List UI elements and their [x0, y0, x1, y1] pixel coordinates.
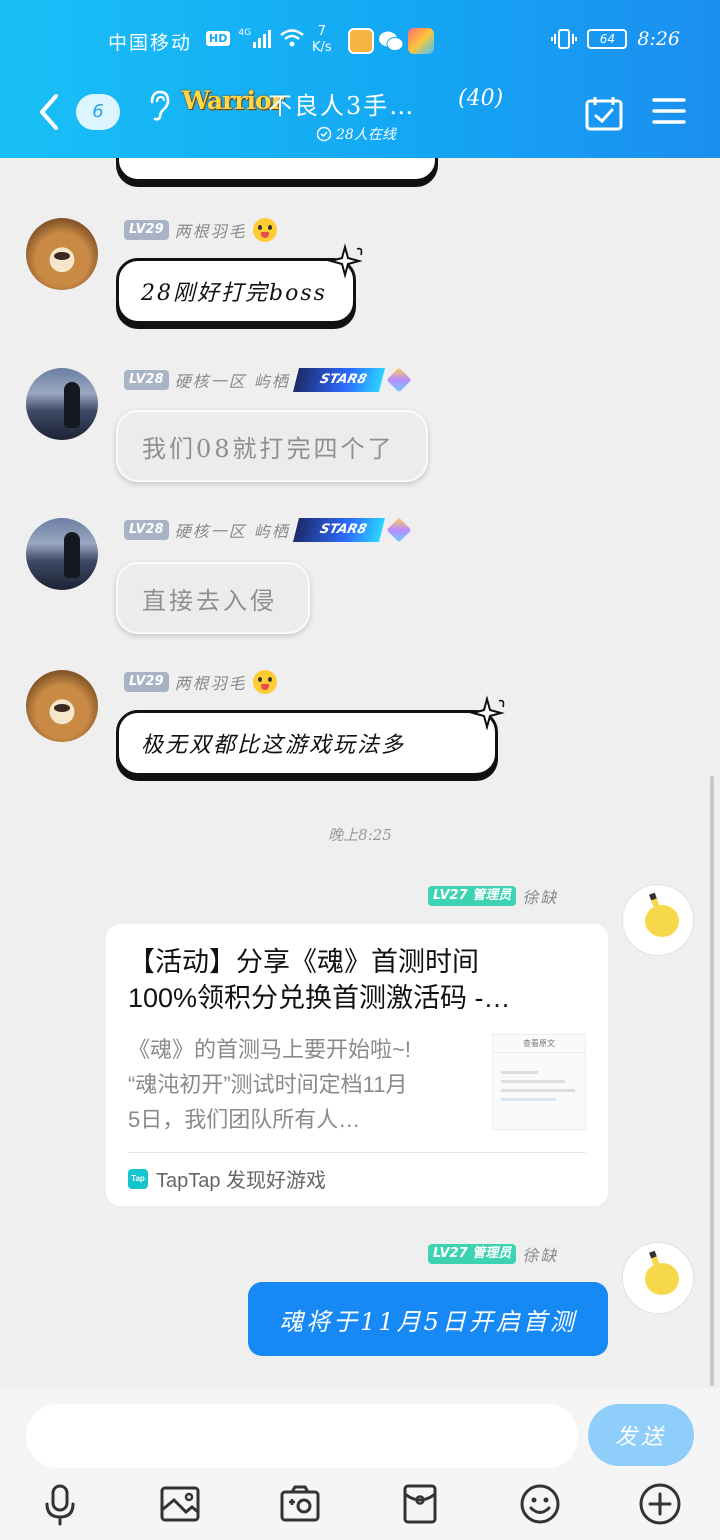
message-meta: LV29 两根羽毛 [124, 218, 277, 242]
card-divider [128, 1152, 586, 1153]
hd-icon: HD [206, 30, 231, 46]
card-source: Tap TapTap 发现好游戏 [128, 1164, 326, 1193]
notes-app-icon [408, 28, 434, 54]
member-count: (40) [458, 86, 504, 111]
net-speed: 7 K/s [312, 24, 332, 55]
message-bubble[interactable]: 我们08就打完四个了 [116, 410, 428, 482]
level-badge: LV28 [124, 520, 169, 540]
sender-name[interactable]: 两根羽毛 [175, 218, 247, 242]
status-time: 8:26 [637, 28, 680, 50]
message-meta: LV29 两根羽毛 [124, 670, 277, 694]
star8-badge: STAR8 [292, 518, 385, 542]
chat-header: 中国移动 HD 4G 7 K/s 64 8:26 6 Warrior 不良人3手… [0, 0, 720, 158]
camera-icon[interactable] [276, 1480, 324, 1528]
message-bubble-self[interactable]: 魂将于11月5日开启首测 [248, 1282, 608, 1356]
sender-name[interactable]: 徐缺 [522, 884, 558, 908]
wechat-icon [378, 28, 404, 54]
plus-icon[interactable] [636, 1480, 684, 1528]
unread-count-badge[interactable]: 6 [76, 94, 120, 130]
red-packet-icon[interactable] [396, 1480, 444, 1528]
admin-badge: LV27 管理员 [428, 1244, 517, 1264]
sender-name[interactable]: 硬核一区 屿栖 [175, 518, 290, 542]
image-icon[interactable] [156, 1480, 204, 1528]
signal-icon: 4G [238, 28, 272, 48]
calendar-check-icon[interactable] [584, 94, 624, 132]
online-status: 28人在线 [316, 124, 396, 144]
group-name[interactable]: 不良人3手… [268, 86, 415, 121]
game-app-icon [348, 28, 374, 54]
ear-icon[interactable] [146, 88, 170, 122]
network-indicators: HD 4G [206, 28, 305, 48]
menu-icon[interactable] [652, 96, 686, 126]
input-bar: 发送 [0, 1388, 720, 1540]
microphone-icon[interactable] [36, 1480, 84, 1528]
wifi-icon [280, 29, 304, 47]
message-bubble[interactable]: 直接去入侵 [116, 562, 310, 634]
message-input[interactable] [26, 1404, 578, 1468]
battery-icon: 64 [587, 29, 628, 49]
message-bubble-previous[interactable] [116, 158, 438, 182]
message-bubble[interactable]: 28刚好打完boss [116, 243, 363, 324]
vibrate-icon [551, 29, 578, 49]
avatar[interactable] [26, 670, 98, 742]
taptap-icon: Tap [128, 1168, 148, 1189]
message-meta: LV28 硬核一区 屿栖 STAR8 [124, 367, 412, 393]
emoji-badge-icon [252, 218, 277, 242]
avatar[interactable] [26, 218, 98, 290]
message-meta: LV27 管理员 徐缺 [428, 1242, 558, 1266]
battery-area: 64 8:26 [551, 28, 680, 50]
sender-name[interactable]: 硬核一区 屿栖 [175, 368, 290, 392]
sender-name[interactable]: 徐缺 [522, 1242, 558, 1266]
star8-badge: STAR8 [292, 368, 385, 392]
send-button[interactable]: 发送 [588, 1404, 694, 1466]
level-badge: LV29 [124, 220, 169, 240]
sparkle-icon [327, 243, 363, 279]
share-card[interactable]: 【活动】分享《魂》首测时间 100%领积分兑换首测激活码 -… 《魂》的首测马上… [106, 924, 608, 1206]
card-description: 《魂》的首测马上要开始啦~! “魂沌初开”测试时间定档11月 5日，我们团队所有… [128, 1037, 411, 1132]
level-badge: LV29 [124, 672, 169, 692]
scrollbar[interactable] [710, 776, 714, 1386]
emoji-icon[interactable] [516, 1480, 564, 1528]
message-list[interactable]: LV29 两根羽毛 28刚好打完boss LV28 硬核一区 屿栖 STAR8 … [0, 158, 720, 1388]
avatar[interactable] [26, 518, 98, 590]
message-meta: LV28 硬核一区 屿栖 STAR8 [124, 517, 412, 543]
sparkle-icon [469, 695, 505, 731]
sender-name[interactable]: 两根羽毛 [175, 670, 247, 694]
back-icon[interactable] [34, 92, 64, 132]
avatar[interactable] [622, 884, 694, 956]
message-bubble[interactable]: 极无双都比这游戏玩法多 [116, 695, 505, 776]
card-title: 【活动】分享《魂》首测时间 [128, 947, 479, 977]
cube-icon [386, 517, 412, 543]
avatar[interactable] [26, 368, 98, 440]
online-check-icon [316, 126, 332, 142]
emoji-badge-icon [252, 670, 277, 694]
card-thumbnail: 查看原文 [492, 1034, 586, 1130]
card-title: 100%领积分兑换首测激活码 -… [128, 983, 511, 1013]
time-divider: 晚上8:25 [328, 826, 392, 844]
carrier-name: 中国移动 [108, 32, 193, 54]
avatar[interactable] [622, 1242, 694, 1314]
cube-icon [386, 367, 412, 393]
message-meta: LV27 管理员 徐缺 [428, 884, 558, 908]
admin-badge: LV27 管理员 [428, 886, 517, 906]
level-badge: LV28 [124, 370, 169, 390]
status-bar: 中国移动 HD 4G 7 K/s 64 8:26 [0, 24, 720, 60]
